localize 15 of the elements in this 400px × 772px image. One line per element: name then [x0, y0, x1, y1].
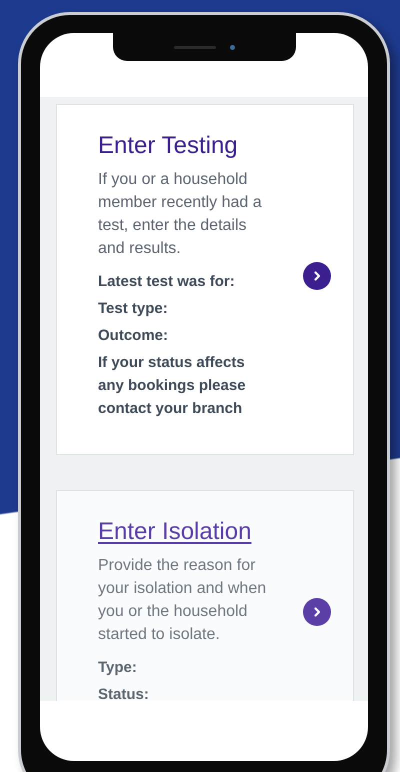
field-label: Test type:: [98, 299, 169, 319]
card-title[interactable]: Enter Testing: [98, 132, 274, 160]
card-description: If you or a household member recently had a test, enter the details and results.: [98, 170, 263, 259]
card[interactable]: Enter Testing If you or a household member recently had a test, enter the details and results. Latest test was for: Test type: Outcome: If your status affects any bookings please contact your branch: [56, 104, 354, 455]
chevron-right-button[interactable]: [303, 598, 331, 626]
field-label: Type:: [98, 658, 138, 678]
field-label: Latest test was for:: [98, 272, 236, 292]
chevron-right-button[interactable]: [303, 262, 331, 290]
card[interactable]: Enter Isolation Provide the reason for your isolation and when you or the household started to isolate. Type: Status:: [56, 490, 354, 701]
field-label: Outcome:: [98, 326, 170, 346]
field-label: Status:: [98, 685, 150, 701]
camera-icon: [230, 44, 234, 50]
field-label: If your status affects any bookings please contact your branch: [98, 353, 247, 419]
card-title[interactable]: Enter Isolation: [98, 518, 274, 546]
card-description: Provide the reason for your isolation and when you or the household started to isolate.: [98, 556, 268, 645]
